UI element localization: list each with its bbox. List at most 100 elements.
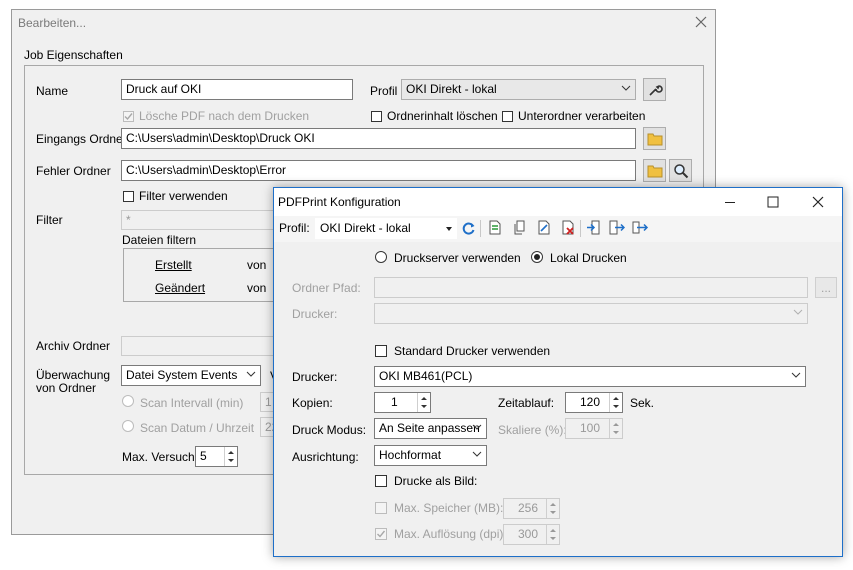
folder-path-field[interactable] (374, 277, 808, 298)
timeout-unit: Sek. (630, 396, 655, 410)
clear-folder-checkbox[interactable] (371, 111, 382, 122)
transfer-icon[interactable] (632, 220, 649, 235)
clear-folder-label: Ordnerinhalt löschen (387, 109, 498, 123)
print-as-image-label: Drucke als Bild: (394, 474, 478, 488)
standard-printer-checkbox[interactable] (375, 345, 387, 357)
monitoring-select-value: Datei System Events (126, 368, 238, 382)
delete-icon[interactable] (561, 220, 575, 235)
delete-pdf-checkbox[interactable] (123, 111, 134, 122)
refresh-icon[interactable] (462, 221, 476, 235)
delete-pdf-label: Lösche PDF nach dem Drucken (139, 109, 310, 123)
archive-folder-field[interactable] (121, 336, 281, 356)
max-memory-value: 256 (518, 501, 539, 515)
copies-field[interactable]: 1 (374, 392, 431, 413)
toolbar-profil-label: Profil: (279, 221, 310, 235)
folder-icon (647, 133, 663, 146)
scale-spinner[interactable] (609, 419, 622, 438)
wrench-icon (649, 85, 663, 96)
profil-select[interactable]: OKI Direkt - lokal (401, 79, 636, 100)
local-print-radio[interactable] (531, 251, 543, 263)
max-memory-checkbox[interactable] (375, 502, 387, 514)
max-memory-field[interactable]: 256 (503, 498, 560, 519)
toolbar-profil-select[interactable]: OKI Direkt - lokal (315, 218, 457, 239)
print-mode-value: An Seite anpassen (379, 421, 480, 435)
orientation-label: Ausrichtung: (292, 450, 359, 464)
use-filter-checkbox[interactable] (123, 191, 134, 202)
error-folder-browse-button[interactable] (643, 159, 666, 182)
edit-icon[interactable] (537, 220, 551, 235)
group-title: Job Eigenschaften (24, 48, 123, 62)
monitoring-select[interactable]: Datei System Events (121, 365, 261, 386)
monitoring-label-line2: von Ordner (36, 381, 97, 395)
error-folder-search-button[interactable] (669, 159, 692, 182)
import-icon[interactable] (586, 220, 602, 235)
use-filter-label: Filter verwenden (139, 189, 228, 203)
printer-label-disabled: Drucker: (292, 307, 338, 321)
chevron-down-icon (793, 309, 803, 315)
printserver-radio[interactable] (375, 251, 387, 263)
printer-select[interactable]: OKI MB461(PCL) (374, 366, 806, 387)
close-icon[interactable] (695, 16, 707, 28)
max-tries-label: Max. Versuche (122, 450, 202, 464)
scan-date-label: Scan Datum / Uhrzeit (140, 421, 255, 435)
error-folder-field[interactable]: C:\Users\admin\Desktop\Error (121, 160, 636, 181)
timeout-value: 120 (580, 395, 601, 409)
chevron-down-icon (246, 371, 256, 377)
max-resolution-field[interactable]: 300 (503, 524, 560, 545)
changed-from-label: von (247, 281, 267, 295)
folder-path-browse-button[interactable]: ... (815, 277, 837, 298)
max-memory-label: Max. Speicher (MB): (394, 501, 504, 515)
toolbar-profil-value: OKI Direkt - lokal (320, 221, 411, 235)
timeout-spinner[interactable] (609, 393, 622, 412)
max-resolution-spinner[interactable] (546, 525, 559, 544)
new-profile-icon[interactable] (488, 220, 502, 235)
maximize-icon[interactable] (767, 196, 779, 208)
created-from-label: von (247, 258, 267, 272)
max-resolution-checkbox[interactable] (375, 528, 387, 540)
scale-field[interactable]: 100 (565, 418, 623, 439)
input-folder-browse-button[interactable] (643, 127, 666, 150)
timeout-field[interactable]: 120 (565, 392, 623, 413)
triangle-down-icon (446, 227, 452, 231)
error-folder-label: Fehler Ordner (36, 164, 111, 178)
input-folder-label: Eingangs Ordner (36, 132, 127, 146)
copies-value: 1 (391, 395, 398, 409)
chevron-down-icon (472, 424, 482, 430)
orientation-value: Hochformat (379, 448, 442, 462)
changed-link[interactable]: Geändert (155, 281, 205, 295)
max-tries-field[interactable]: 5 (195, 446, 238, 467)
print-as-image-checkbox[interactable] (375, 475, 387, 487)
close-icon[interactable] (812, 196, 824, 208)
max-resolution-label: Max. Auflösung (dpi): (394, 527, 507, 541)
subfolders-checkbox[interactable] (502, 111, 513, 122)
folder-path-label: Ordner Pfad: (292, 281, 361, 295)
timeout-label: Zeitablauf: (498, 396, 555, 410)
scale-value: 100 (580, 421, 601, 435)
pdfprint-config-window: PDFPrint Konfiguration Profil: OKI Direk… (273, 187, 843, 557)
copies-label: Kopien: (292, 396, 333, 410)
search-icon (674, 164, 689, 179)
name-label: Name (36, 84, 69, 98)
export-icon[interactable] (609, 220, 625, 235)
scan-date-radio[interactable] (122, 420, 134, 432)
filter-label: Filter (36, 213, 63, 227)
scan-interval-radio[interactable] (122, 395, 134, 407)
profile-settings-button[interactable] (643, 78, 666, 101)
created-link[interactable]: Erstellt (155, 258, 192, 272)
copies-spinner[interactable] (417, 393, 430, 412)
print-mode-select[interactable]: An Seite anpassen (374, 418, 487, 439)
max-resolution-value: 300 (518, 527, 539, 541)
minimize-icon[interactable] (724, 196, 736, 208)
folder-icon (647, 165, 663, 178)
toolbar-separator (480, 220, 481, 237)
name-field[interactable]: Druck auf OKI (121, 79, 353, 100)
filter-field[interactable]: * (121, 210, 281, 230)
orientation-select[interactable]: Hochformat (374, 445, 487, 466)
scan-interval-label: Scan Intervall (min) (140, 396, 244, 410)
input-folder-field[interactable]: C:\Users\admin\Desktop\Druck OKI (121, 128, 636, 149)
printer-select-value: OKI MB461(PCL) (379, 369, 473, 383)
copy-icon[interactable] (513, 220, 527, 235)
printer-select-disabled[interactable] (374, 303, 808, 324)
max-memory-spinner[interactable] (546, 499, 559, 518)
max-tries-spinner[interactable] (224, 447, 237, 466)
